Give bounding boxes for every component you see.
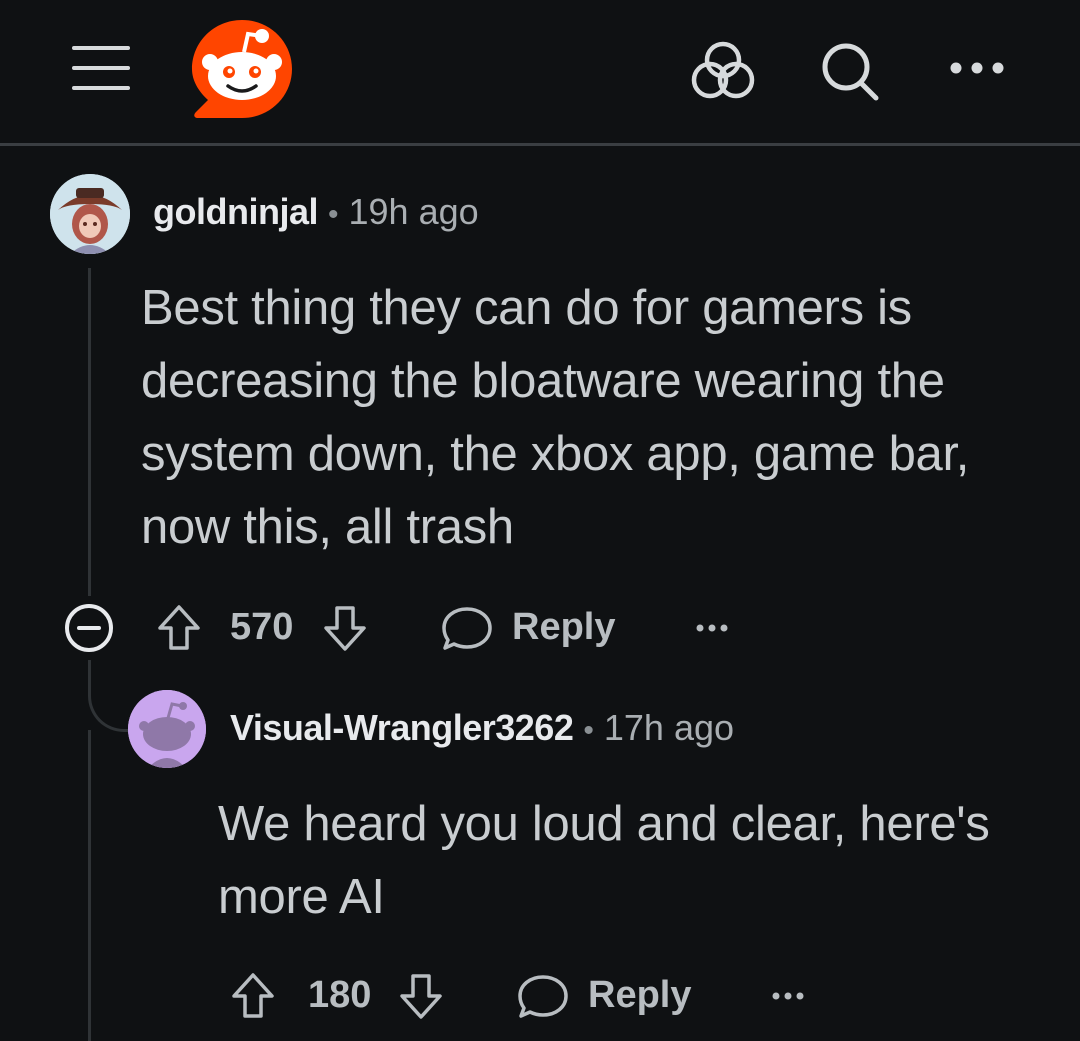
avatar[interactable] (50, 174, 130, 254)
downvote-icon[interactable] (320, 598, 370, 658)
comment-actions: 180 Reply (228, 966, 828, 1026)
search-icon[interactable] (816, 40, 886, 102)
hamburger-menu-icon[interactable] (66, 40, 136, 96)
collapse-thread-icon[interactable] (62, 598, 116, 658)
vote-score: 570 (230, 606, 294, 648)
more-options-icon[interactable] (944, 50, 1010, 86)
downvote-icon[interactable] (396, 966, 446, 1026)
upvote-icon[interactable] (228, 966, 278, 1026)
comment-timestamp: 17h ago (603, 707, 735, 748)
comment-meta: Visual-Wrangler3262 • 17h ago (230, 706, 734, 753)
top-app-bar (0, 0, 1080, 146)
comment-body: Best thing they can do for gamers is dec… (141, 281, 970, 554)
user-avatar-image (50, 174, 130, 254)
comment-body: We heard you loud and clear, here's more… (218, 797, 990, 924)
reply-button[interactable]: Reply (588, 974, 691, 1017)
avatar[interactable] (128, 690, 206, 768)
comment-timestamp: 19h ago (348, 191, 479, 232)
communities-icon[interactable] (688, 38, 758, 100)
reddit-logo-icon[interactable] (188, 16, 296, 122)
reply-button[interactable]: Reply (512, 606, 615, 649)
meta-separator: • (327, 198, 339, 231)
reply-bubble-icon[interactable] (440, 598, 494, 658)
comment-thread-screen: goldninjal • 19h ago Best thing they can d… (0, 0, 1080, 1041)
vote-score: 180 (308, 974, 372, 1016)
meta-separator: • (583, 714, 594, 747)
reply-thread-connector (88, 660, 132, 732)
comment-actions: 570 Reply (62, 598, 762, 658)
comment-author[interactable]: Visual-Wrangler3262 (230, 707, 574, 748)
thread-line (88, 730, 91, 1041)
comment-meta: goldninjal • 19h ago (153, 190, 479, 237)
reply-bubble-icon[interactable] (516, 966, 570, 1026)
thread-line (88, 268, 91, 596)
default-snoo-avatar-icon (128, 690, 206, 768)
upvote-icon[interactable] (154, 598, 204, 658)
comment-more-icon[interactable] (692, 598, 732, 658)
comment-more-icon[interactable] (768, 966, 808, 1026)
comment-author[interactable]: goldninjal (153, 191, 318, 232)
